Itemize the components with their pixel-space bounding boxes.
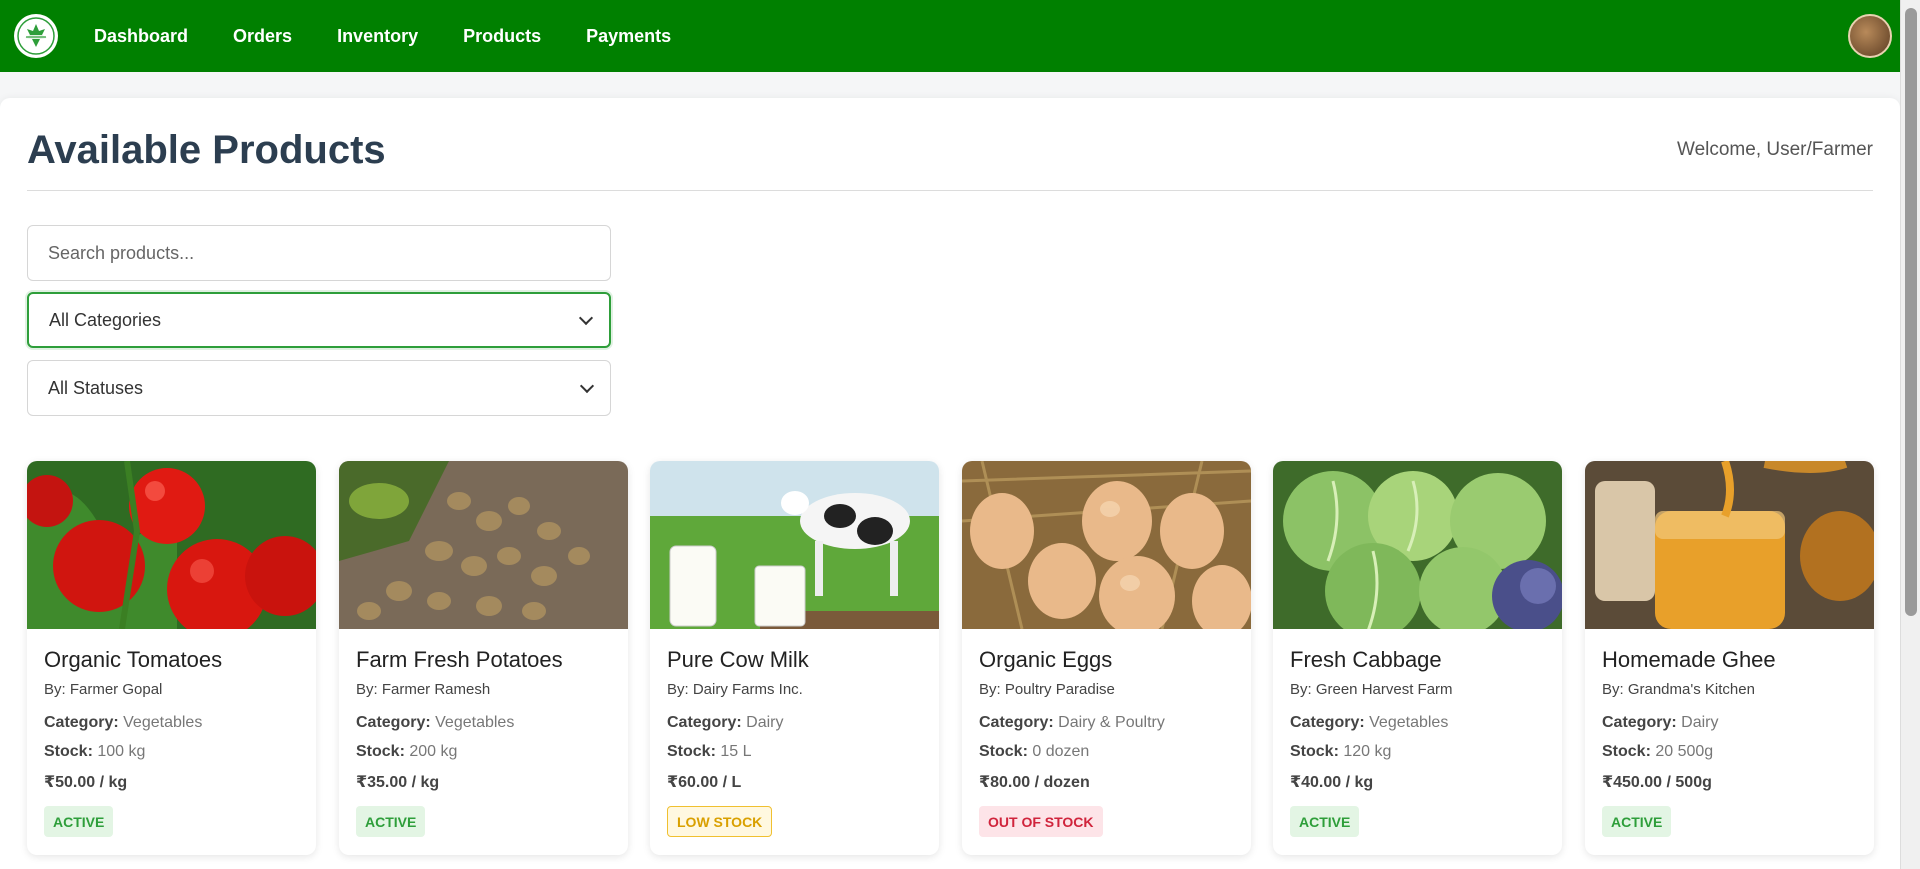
product-stock: Stock: 200 kg [356,743,457,761]
page-header: Available Products Welcome, User/Farmer [27,98,1873,191]
nav-payments[interactable]: Payments [586,26,671,47]
product-name: Organic Tomatoes [44,647,223,672]
category-select[interactable]: All Categories [27,292,611,348]
product-image [962,461,1251,629]
welcome-text: Welcome, User/Farmer [1676,139,1873,160]
leaf-logo-icon [17,17,55,55]
category-label: Category: [1290,714,1365,731]
nav-inventory[interactable]: Inventory [337,26,418,47]
product-category: Category: Dairy & Poultry [979,714,1165,732]
search-input[interactable] [48,242,590,264]
product-stock: Stock: 20 500g [1602,743,1713,761]
stock-value: 200 kg [409,743,458,760]
status-badge: ACTIVE [356,806,426,837]
product-seller: By: Green Harvest Farm [1290,681,1453,698]
stock-value: 0 dozen [1032,743,1090,760]
chevron-down-icon [579,378,595,394]
main-content: Available Products Welcome, User/Farmer … [0,98,1900,869]
category-label: Category: [44,714,119,731]
product-card[interactable]: Homemade Ghee By: Grandma's Kitchen Cate… [1585,461,1874,855]
product-category: Category: Dairy [667,714,783,732]
stock-label: Stock: [356,743,405,760]
product-stock: Stock: 15 L [667,743,752,761]
product-card[interactable]: Organic Eggs By: Poultry Paradise Catego… [962,461,1251,855]
category-value: Vegetables [123,714,203,731]
product-category: Category: Dairy [1602,714,1718,732]
product-seller: By: Farmer Gopal [44,681,163,698]
stock-value: 120 kg [1343,743,1392,760]
category-value: Dairy [1681,714,1719,731]
product-name: Pure Cow Milk [667,647,809,672]
product-image [27,461,316,629]
product-category: Category: Vegetables [356,714,514,732]
product-name: Farm Fresh Potatoes [356,647,563,672]
product-image [1585,461,1874,629]
product-seller: By: Farmer Ramesh [356,681,491,698]
product-seller: By: Grandma's Kitchen [1602,681,1755,698]
product-image [339,461,628,629]
user-avatar[interactable] [1848,14,1892,58]
product-image [1273,461,1562,629]
status-badge: ACTIVE [44,806,114,837]
product-stock: Stock: 0 dozen [979,743,1089,761]
product-seller: By: Dairy Farms Inc. [667,681,803,698]
product-seller: By: Poultry Paradise [979,681,1115,698]
product-card[interactable]: Organic Tomatoes By: Farmer Gopal Catego… [27,461,316,855]
stock-label: Stock: [44,743,93,760]
category-label: Category: [979,714,1054,731]
brand-logo[interactable] [14,14,58,58]
search-box [27,225,611,281]
product-stock: Stock: 120 kg [1290,743,1391,761]
stock-value: 100 kg [97,743,146,760]
product-category: Category: Vegetables [1290,714,1448,732]
status-badge: OUT OF STOCK [979,806,1103,837]
status-badge: ACTIVE [1290,806,1360,837]
page-title: Available Products [27,128,386,172]
nav-products[interactable]: Products [463,26,541,47]
product-image [650,461,939,629]
product-price: ₹35.00 / kg [356,774,440,791]
product-stock: Stock: 100 kg [44,743,145,761]
category-value: Dairy [746,714,784,731]
status-badge: ACTIVE [1602,806,1672,837]
product-category: Category: Vegetables [44,714,202,732]
chevron-down-icon [578,310,594,326]
product-card[interactable]: Fresh Cabbage By: Green Harvest Farm Cat… [1273,461,1562,855]
status-select-value: All Statuses [48,377,144,398]
product-price: ₹50.00 / kg [44,774,128,791]
category-label: Category: [356,714,431,731]
category-value: Vegetables [435,714,515,731]
stock-label: Stock: [667,743,716,760]
status-select[interactable]: All Statuses [27,360,611,416]
product-name: Fresh Cabbage [1290,647,1442,672]
category-label: Category: [1602,714,1677,731]
stock-label: Stock: [1290,743,1339,760]
status-badge: LOW STOCK [667,806,773,837]
stock-value: 15 L [720,743,752,760]
category-value: Dairy & Poultry [1058,714,1165,731]
stock-label: Stock: [1602,743,1651,760]
product-price: ₹450.00 / 500g [1602,774,1712,791]
product-price: ₹60.00 / L [667,774,742,791]
category-value: Vegetables [1369,714,1449,731]
product-name: Organic Eggs [979,647,1113,672]
stock-value: 20 500g [1655,743,1714,760]
nav-orders[interactable]: Orders [233,26,292,47]
category-select-value: All Categories [49,309,162,330]
product-price: ₹40.00 / kg [1290,774,1374,791]
nav-dashboard[interactable]: Dashboard [94,26,188,47]
product-card[interactable]: Pure Cow Milk By: Dairy Farms Inc. Categ… [650,461,939,855]
scrollbar-thumb[interactable] [1905,8,1917,616]
category-label: Category: [667,714,742,731]
top-navbar: Dashboard Orders Inventory Products Paym… [0,0,1900,72]
stock-label: Stock: [979,743,1028,760]
product-price: ₹80.00 / dozen [979,774,1090,791]
product-card[interactable]: Farm Fresh Potatoes By: Farmer Ramesh Ca… [339,461,628,855]
vertical-scrollbar[interactable] [1900,0,1920,869]
product-name: Homemade Ghee [1602,647,1776,672]
main-nav: Dashboard Orders Inventory Products Paym… [94,26,716,47]
